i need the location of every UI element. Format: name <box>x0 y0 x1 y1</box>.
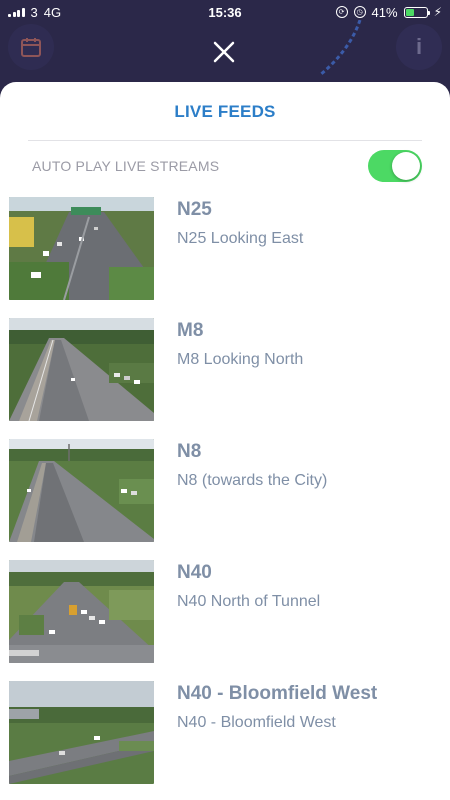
map-road <box>319 20 362 77</box>
feed-name: N40 <box>177 562 212 583</box>
feed-item-n40[interactable]: N40 N40 North of Tunnel <box>0 560 450 681</box>
feed-item-n8[interactable]: N8 N8 (towards the City) <box>0 439 450 560</box>
toggle-knob <box>392 152 420 180</box>
feed-item-m8[interactable]: M8 M8 Looking North <box>0 318 450 439</box>
info-icon: i <box>415 34 423 59</box>
feed-description: N40 - Bloomfield West <box>177 714 336 731</box>
feed-description: M8 Looking North <box>177 351 304 368</box>
feed-description: N40 North of Tunnel <box>177 593 321 610</box>
feed-item-n40-bloomfield-west[interactable]: N40 - Bloomfield West N40 - Bloomfield W… <box>0 681 450 800</box>
autoplay-toggle[interactable] <box>368 150 422 182</box>
calendar-button <box>8 24 54 70</box>
status-bar: 3 4G 15:36 ⟳ ◷ 41% ⚡ <box>0 0 450 24</box>
close-icon <box>213 41 235 63</box>
battery-level <box>405 8 414 16</box>
orientation-lock-icon: ⟳ <box>335 6 348 18</box>
battery-icon <box>403 6 430 18</box>
autoplay-label: AUTO PLAY LIVE STREAMS <box>32 158 220 174</box>
live-feeds-sheet: LIVE FEEDS AUTO PLAY LIVE STREAMS N25 N2… <box>0 82 450 800</box>
alarm-icon: ◷ <box>353 6 366 18</box>
carrier-label: 3 <box>30 4 38 20</box>
close-button[interactable] <box>208 36 240 68</box>
feed-list: N25 N25 Looking East M8 M8 Looking North… <box>0 197 450 800</box>
feed-thumbnail <box>9 439 154 542</box>
calendar-icon <box>21 38 41 57</box>
feed-name: N25 <box>177 199 212 220</box>
feed-thumbnail <box>9 681 154 784</box>
signal-icon <box>8 7 25 17</box>
sheet-title: LIVE FEEDS <box>174 102 276 121</box>
charging-icon: ⚡ <box>433 5 442 19</box>
feed-thumbnail <box>9 560 154 663</box>
feed-name: M8 <box>177 320 204 341</box>
network-label: 4G <box>43 4 62 20</box>
feed-name: N40 - Bloomfield West <box>177 683 378 704</box>
feed-name: N8 <box>177 441 202 462</box>
feed-thumbnail <box>9 318 154 421</box>
info-button: i <box>396 24 442 70</box>
feed-thumbnail <box>9 197 154 300</box>
feed-description: N25 Looking East <box>177 230 304 247</box>
battery-percent: 41% <box>371 4 398 20</box>
feed-item-n25[interactable]: N25 N25 Looking East <box>0 197 450 318</box>
feed-description: N8 (towards the City) <box>177 472 328 489</box>
autoplay-row: AUTO PLAY LIVE STREAMS <box>0 141 450 191</box>
